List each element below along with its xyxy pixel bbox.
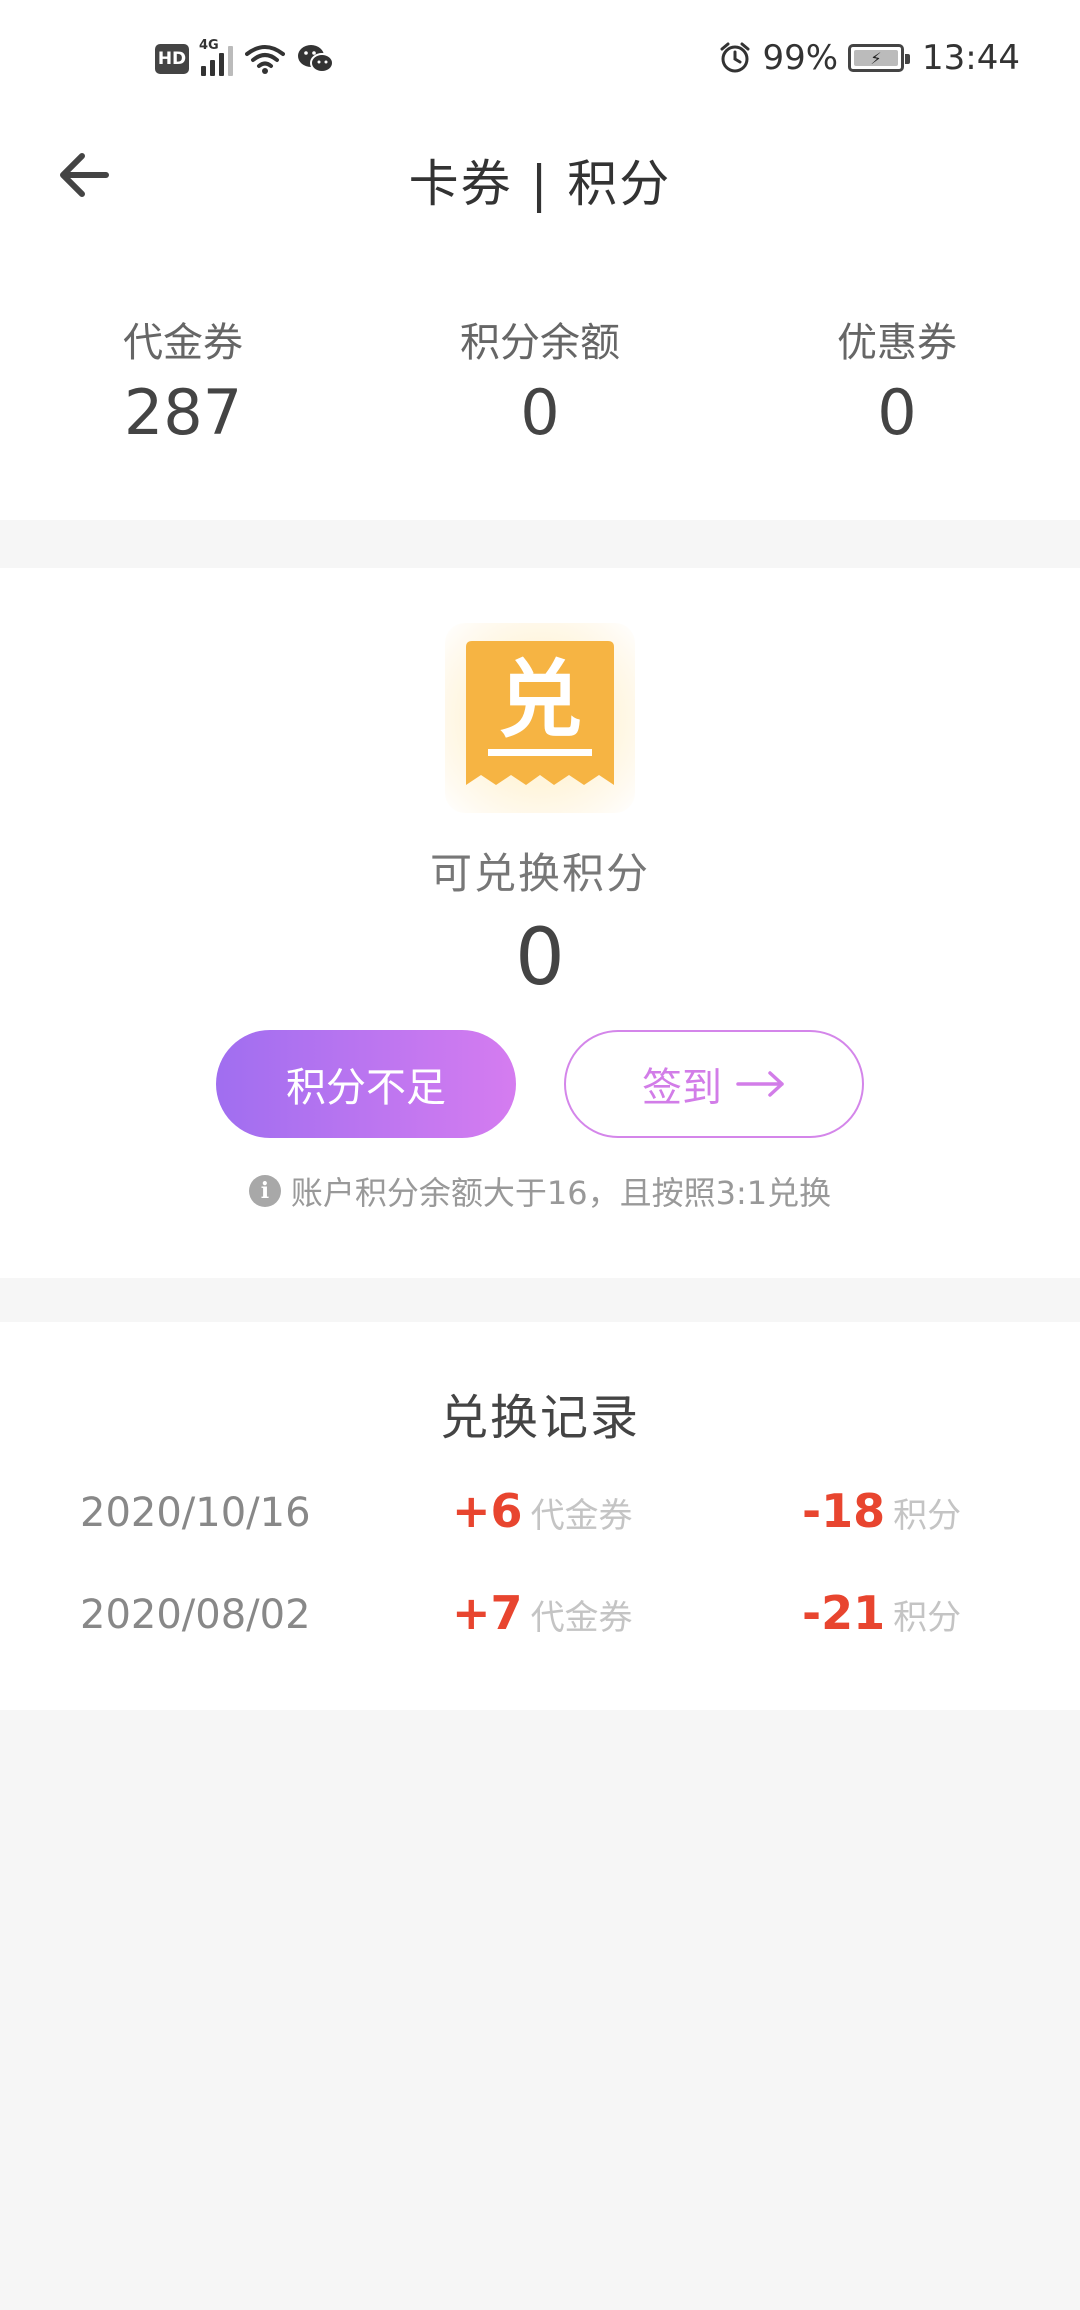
status-left: HD 4G	[155, 38, 335, 76]
exchange-ticket-icon: 兑	[466, 641, 614, 785]
summary-card: 代金券 287 积分余额 0 优惠券 0	[0, 230, 1080, 520]
record-row: 2020/08/02 +7 代金券 -21 积分	[0, 1586, 1080, 1656]
battery-icon: ⚡	[848, 44, 911, 72]
exchange-card: 兑 可兑换积分 0 积分不足 签到 i 账户积分余额大于16，且按照3:1兑换	[0, 568, 1080, 1278]
insufficient-points-button[interactable]: 积分不足	[216, 1030, 516, 1138]
exchange-badge: 兑	[445, 623, 635, 813]
stat-label: 代金券	[123, 320, 243, 366]
network-type: 4G	[199, 38, 219, 53]
record-date: 2020/10/16	[80, 1490, 311, 1536]
stat-coupons[interactable]: 优惠券 0	[747, 310, 1047, 449]
exchange-records-card: 兑换记录 2020/10/16 +6 代金券 -18 积分 2020/08/02…	[0, 1322, 1080, 1710]
voucher-amount: +7	[452, 1586, 523, 1640]
record-points-amount: -18 积分	[802, 1484, 961, 1538]
records-title: 兑换记录	[439, 1390, 640, 1446]
page-title: 卡券 | 积分	[408, 155, 672, 213]
voucher-unit: 代金券	[530, 1496, 633, 1536]
exchange-icon-char: 兑	[498, 651, 582, 749]
battery-percent: 99%	[762, 38, 839, 78]
stat-points-balance[interactable]: 积分余额 0	[390, 310, 690, 449]
nav-bar: 卡券 | 积分	[0, 118, 1080, 230]
points-amount: -21	[802, 1586, 886, 1640]
stat-label: 积分余额	[460, 320, 620, 366]
record-points-amount: -21 积分	[802, 1586, 961, 1640]
signal-icon: 4G	[199, 38, 233, 76]
page: HD 4G 99% ⚡ 13:44 卡券 | 积分 代金券 287 积分余额 0…	[0, 0, 1080, 2310]
stat-vouchers[interactable]: 代金券 287	[33, 310, 333, 449]
stat-value: 0	[877, 376, 917, 449]
signin-label: 签到	[642, 1065, 722, 1111]
voucher-unit: 代金券	[530, 1598, 633, 1638]
signin-button[interactable]: 签到	[564, 1030, 864, 1138]
stat-label: 优惠券	[837, 320, 957, 366]
points-amount: -18	[802, 1484, 886, 1538]
points-unit: 积分	[893, 1598, 962, 1638]
hd-icon: HD	[155, 44, 189, 74]
record-date: 2020/08/02	[80, 1592, 311, 1638]
stat-value: 0	[520, 376, 560, 449]
exchangeable-points-label: 可兑换积分	[429, 849, 650, 898]
record-voucher-amount: +7 代金券	[452, 1586, 633, 1640]
wifi-icon	[245, 45, 285, 74]
status-right: 99% ⚡ 13:44	[718, 38, 1020, 78]
hint-text: 账户积分余额大于16，且按照3:1兑换	[290, 1174, 832, 1212]
info-icon: i	[248, 1175, 281, 1207]
stat-value: 287	[123, 376, 243, 449]
insufficient-points-label: 积分不足	[286, 1065, 446, 1111]
points-unit: 积分	[893, 1496, 962, 1536]
exchangeable-points-value: 0	[515, 913, 565, 1003]
alarm-icon	[720, 42, 750, 73]
exchange-hint: i 账户积分余额大于16，且按照3:1兑换	[0, 1168, 1080, 1214]
arrow-right-icon	[736, 1071, 784, 1097]
record-voucher-amount: +6 代金券	[452, 1484, 633, 1538]
clock: 13:44	[922, 38, 1020, 78]
record-row: 2020/10/16 +6 代金券 -18 积分	[0, 1484, 1080, 1554]
wechat-icon	[298, 45, 334, 73]
status-bar: HD 4G 99% ⚡ 13:44	[0, 0, 1080, 118]
voucher-amount: +6	[452, 1484, 523, 1538]
